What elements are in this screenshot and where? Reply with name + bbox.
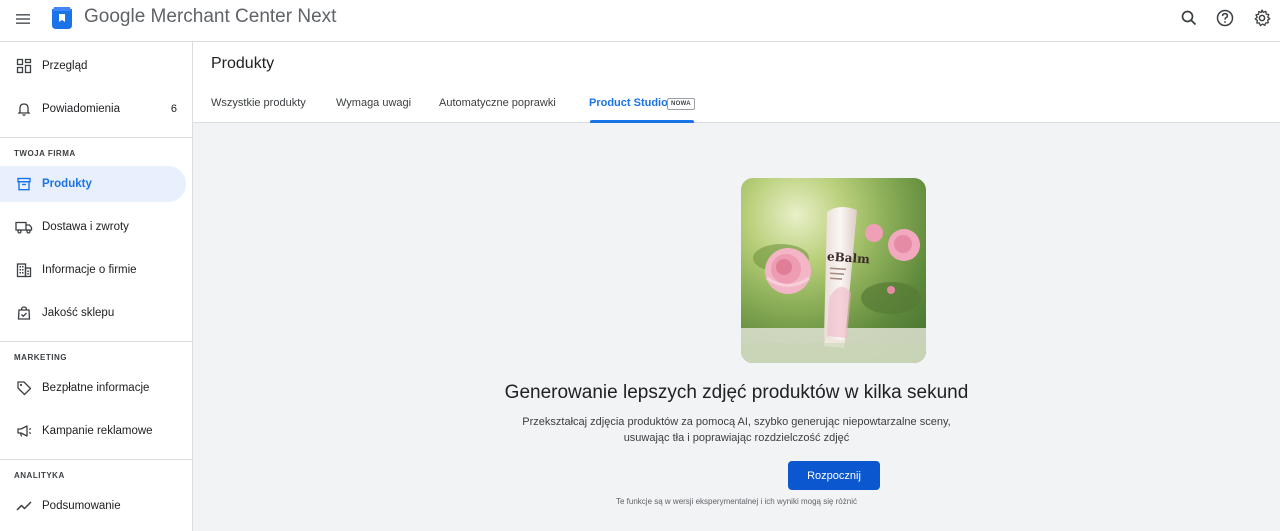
page-title: Produkty <box>211 55 275 72</box>
tab-product-studio[interactable]: Product Studio <box>589 97 668 109</box>
tab-all-products[interactable]: Wszystkie produkty <box>211 97 306 109</box>
rose-left <box>765 248 811 294</box>
sidebar-item-label: Informacje o firmie <box>42 264 137 276</box>
divider <box>0 459 193 460</box>
section-label-marketing: MARKETING <box>14 353 67 362</box>
hero-description-line-1: Przekształcaj zdjęcia produktów za pomoc… <box>522 416 951 428</box>
sidebar-item-shipping[interactable]: Dostawa i zwroty <box>0 209 186 245</box>
sidebar-item-label: Produkty <box>42 178 92 190</box>
sidebar-item-ad-campaigns[interactable]: Kampanie reklamowe <box>0 413 186 449</box>
sidebar-item-label: Jakość sklepu <box>42 307 115 319</box>
sidebar-item-label: Podsumowanie <box>42 500 121 512</box>
truck-icon <box>15 218 33 236</box>
sidebar-item-label: Przegląd <box>42 60 88 72</box>
hero-headline: Generowanie lepszych zdjęć produktów w k… <box>504 382 969 403</box>
megaphone-icon <box>15 422 33 440</box>
hero-illustration: eBalm <box>741 206 926 363</box>
product-box-icon <box>15 175 33 193</box>
tag-icon <box>15 379 33 397</box>
experimental-disclaimer: Te funkcje są w wersji eksperymentalnej … <box>616 497 857 506</box>
sidebar-item-label: Bezpłatne informacje <box>42 382 150 394</box>
search-icon[interactable] <box>1179 8 1199 28</box>
divider <box>0 137 193 138</box>
sidebar-item-label: Kampanie reklamowe <box>42 425 153 437</box>
app-title-brand: Google <box>84 6 146 27</box>
notification-count-badge: 6 <box>170 103 177 115</box>
merchant-logo-icon[interactable] <box>50 5 74 31</box>
top-app-bar: Google Merchant Center Next <box>0 0 1280 42</box>
sidebar-item-label: Dostawa i zwroty <box>42 221 129 233</box>
hero-description-line-2: usuwając tła i poprawiając rozdzielczość… <box>623 432 850 444</box>
sidebar-item-store-quality[interactable]: Jakość sklepu <box>0 295 186 331</box>
overview-icon <box>15 57 33 75</box>
sidebar-item-notifications[interactable]: Powiadomienia 6 <box>0 91 186 127</box>
sidebar: Przegląd Powiadomienia 6 TWOJA FIRMA Pro… <box>0 42 193 531</box>
building-icon <box>15 261 33 279</box>
sidebar-item-overview[interactable]: Przegląd <box>0 48 186 84</box>
tab-automatic-improvements[interactable]: Automatyczne poprawki <box>439 97 556 109</box>
sidebar-item-label: Powiadomienia <box>42 103 120 115</box>
trend-icon <box>15 497 33 515</box>
store-quality-icon <box>15 304 33 322</box>
tab-needs-attention[interactable]: Wymaga uwagi <box>336 97 411 109</box>
app-title: Google Merchant Center Next <box>84 6 336 28</box>
start-button[interactable]: Rozpocznij <box>788 461 880 490</box>
sidebar-item-business-info[interactable]: Informacje o firmie <box>0 252 186 288</box>
sidebar-item-products[interactable]: Produkty <box>0 166 186 202</box>
new-badge: NOWA <box>667 98 695 110</box>
product-studio-hero-image: eBalm <box>741 178 926 363</box>
settings-icon[interactable] <box>1252 8 1272 28</box>
divider <box>0 341 193 342</box>
page-header: Produkty Wszystkie produkty Wymaga uwagi… <box>193 42 1280 123</box>
main-content: Produkty Wszystkie produkty Wymaga uwagi… <box>193 42 1280 531</box>
active-tab-indicator <box>590 120 694 123</box>
hero-description: Przekształcaj zdjęcia produktów za pomoc… <box>193 414 1280 446</box>
product-brand-text: eBalm <box>827 249 871 266</box>
menu-icon[interactable] <box>14 10 32 28</box>
section-label-analytics: ANALITYKA <box>14 471 65 480</box>
app-title-rest: Merchant Center Next <box>145 6 337 27</box>
section-label-business: TWOJA FIRMA <box>14 149 76 158</box>
help-icon[interactable] <box>1215 8 1235 28</box>
sidebar-item-summary[interactable]: Podsumowanie <box>0 488 186 524</box>
bell-icon <box>15 100 33 118</box>
sidebar-item-free-listings[interactable]: Bezpłatne informacje <box>0 370 186 406</box>
